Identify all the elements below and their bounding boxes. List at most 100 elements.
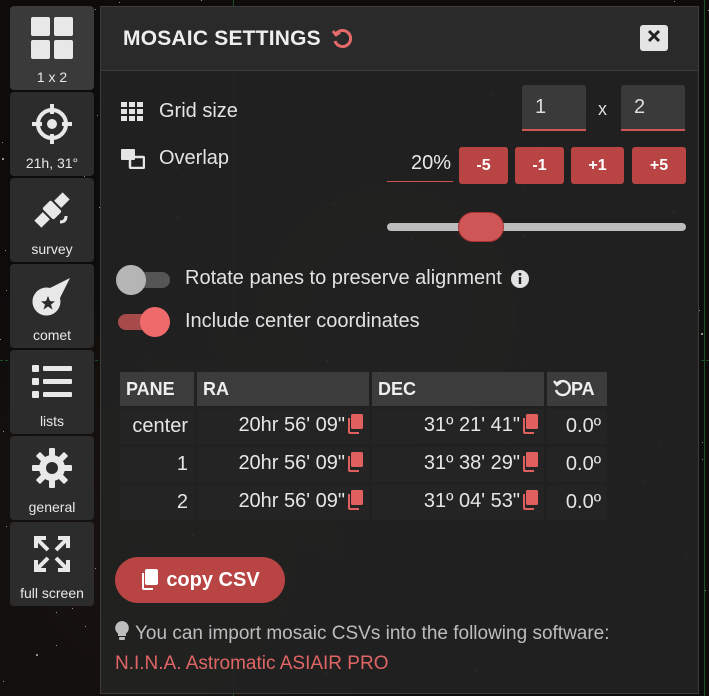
dec-cell: 31º 21' 41" (372, 409, 544, 444)
pa-cell: 0.0º (547, 447, 607, 482)
star (4, 250, 6, 252)
pane-cell: 1 (120, 447, 194, 482)
list-icon (30, 350, 74, 413)
info-icon[interactable] (510, 269, 530, 289)
column-header-ra: RA (197, 372, 369, 406)
tool-label: full screen (20, 585, 84, 601)
star (118, 2, 120, 4)
pane-cell: center (120, 409, 194, 444)
mosaic-grid-line (704, 0, 705, 696)
table-row: 1 20hr 56' 09" 31º 38' 29" 0.0º (120, 447, 607, 482)
star (673, 1, 675, 3)
comet-icon (30, 264, 74, 327)
tool-label: comet (32, 327, 72, 343)
grid-cols-input[interactable]: 1 (522, 85, 586, 131)
close-icon (647, 29, 661, 48)
pa-cell: 0.0º (547, 485, 607, 520)
tool-label: general (28, 499, 76, 515)
star (5, 290, 7, 292)
star (0, 339, 2, 341)
star (2, 158, 5, 161)
ra-cell: 20hr 56' 09" (197, 409, 369, 444)
overlap-slider[interactable] (387, 223, 686, 231)
panel-header: MOSAIC SETTINGS (101, 7, 698, 71)
center-coords-toggle[interactable] (116, 307, 170, 337)
table-row: center 20hr 56' 09" 31º 21' 41" 0.0º (120, 409, 607, 444)
column-header-pane: PANE (120, 372, 194, 406)
tool-label: survey (31, 241, 73, 257)
general-tool-button[interactable]: general (10, 436, 94, 520)
ra-cell: 20hr 56' 09" (197, 485, 369, 520)
satellite-icon (30, 178, 74, 241)
mosaic-settings-panel: MOSAIC SETTINGS Grid size 1 x 2 Overlap … (100, 6, 699, 694)
crosshair-icon (30, 92, 74, 155)
column-header-dec: DEC (372, 372, 544, 406)
left-toolbar: 1 x 2 21h, 31° survey comet lists genera… (10, 6, 94, 606)
star (85, 625, 87, 627)
overlap-minus-1-button[interactable]: -1 (515, 147, 564, 184)
close-button[interactable] (640, 25, 668, 51)
star (56, 644, 58, 646)
rotate-toggle-label: Rotate panes to preserve alignment (185, 267, 530, 290)
star (700, 332, 703, 335)
center-coords-toggle-label: Include center coordinates (185, 310, 420, 332)
star (2, 141, 4, 143)
star (71, 608, 73, 610)
copy-csv-button[interactable]: copy CSV (115, 557, 285, 603)
dec-cell: 31º 04' 53" (372, 485, 544, 520)
star (702, 458, 704, 460)
copy-ra-icon[interactable] (347, 489, 363, 516)
link-astromatic[interactable]: Astromatic (186, 653, 276, 674)
rotate-icon (553, 379, 571, 397)
grid-rows-input[interactable]: 2 (621, 85, 685, 131)
copy-ra-icon[interactable] (347, 451, 363, 478)
overlap-plus-5-button[interactable]: +5 (632, 147, 686, 184)
table-row: 2 20hr 56' 09" 31º 04' 53" 0.0º (120, 485, 607, 520)
copy-dec-icon[interactable] (522, 489, 538, 516)
import-hint: You can import mosaic CSVs into the foll… (115, 621, 610, 674)
target-tool-button[interactable]: 21h, 31° (10, 92, 94, 176)
overlap-minus-5-button[interactable]: -5 (459, 147, 508, 184)
column-header-pa: PA (547, 372, 607, 406)
copy-ra-icon[interactable] (347, 413, 363, 440)
star (2, 680, 4, 682)
overlap-label: Overlap (121, 147, 229, 170)
lightbulb-icon (115, 621, 129, 641)
overlap-input[interactable]: 20% (387, 146, 453, 182)
gear-icon (31, 436, 73, 499)
star (35, 653, 38, 656)
rotate-toggle[interactable] (116, 265, 170, 295)
copy-dec-icon[interactable] (522, 413, 538, 440)
copy-icon (140, 569, 159, 591)
pane-cell: 2 (120, 485, 194, 520)
tool-label: lists (39, 413, 65, 429)
mosaic-coordinates-table: PANE RA DEC PA center 20hr 56' 09" 31º 21'… (117, 369, 610, 523)
fullscreen-tool-button[interactable]: full screen (10, 522, 94, 606)
lists-tool-button[interactable]: lists (10, 350, 94, 434)
reset-icon[interactable] (331, 28, 353, 50)
overlap-slider-thumb[interactable] (458, 212, 504, 242)
link-asiair-pro[interactable]: ASIAIR PRO (280, 653, 389, 674)
star (94, 8, 96, 10)
grid-icon (29, 6, 75, 69)
ra-cell: 20hr 56' 09" (197, 447, 369, 482)
link-nina[interactable]: N.I.N.A. (115, 653, 182, 674)
star (201, 0, 203, 2)
dec-cell: 31º 38' 29" (372, 447, 544, 482)
overlap-icon (121, 148, 145, 169)
mosaic-tool-button[interactable]: 1 x 2 (10, 6, 94, 90)
tool-label: 1 x 2 (36, 69, 68, 85)
grid-size-label: Grid size (121, 100, 238, 123)
pa-cell: 0.0º (547, 409, 607, 444)
times-sign: x (598, 99, 607, 119)
fullscreen-icon (32, 522, 72, 585)
star (5, 526, 7, 528)
grid-small-icon (121, 101, 145, 122)
panel-title: MOSAIC SETTINGS (123, 26, 321, 50)
overlap-plus-1-button[interactable]: +1 (571, 147, 624, 184)
star (96, 114, 98, 116)
star (55, 611, 57, 613)
comet-tool-button[interactable]: comet (10, 264, 94, 348)
copy-dec-icon[interactable] (522, 451, 538, 478)
survey-tool-button[interactable]: survey (10, 178, 94, 262)
